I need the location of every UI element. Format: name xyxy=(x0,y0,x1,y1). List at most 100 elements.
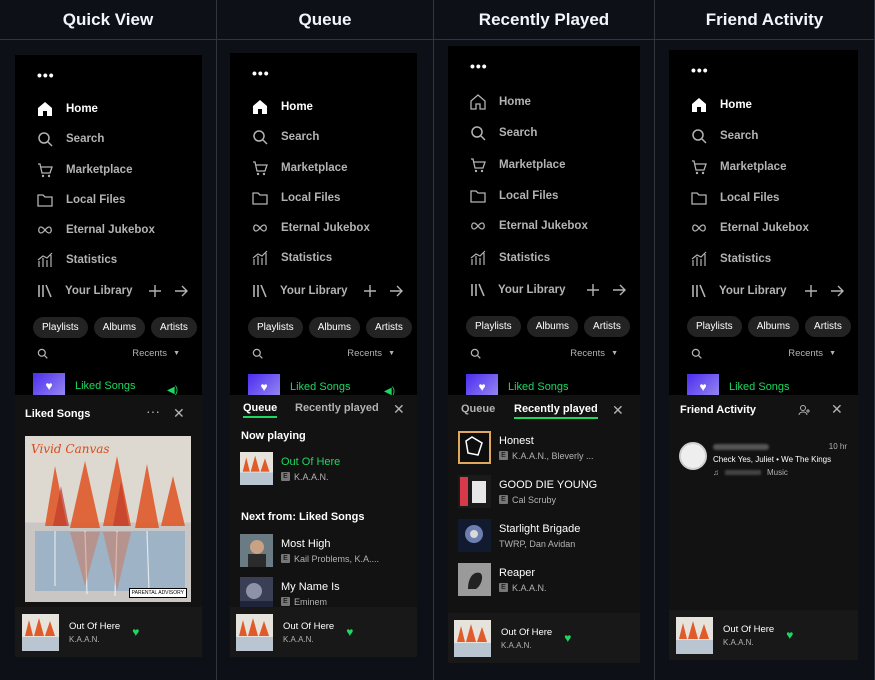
nav-statistics[interactable]: Statistics xyxy=(252,250,332,266)
search-icon[interactable] xyxy=(470,348,481,359)
now-playing-bar[interactable]: Out Of Here K.A.A.N. ♥ xyxy=(15,607,202,657)
now-playing-title[interactable]: Out Of Here xyxy=(283,621,334,632)
search-icon[interactable] xyxy=(37,348,48,359)
your-library-row[interactable]: Your Library xyxy=(37,283,188,299)
close-icon[interactable]: ✕ xyxy=(612,402,624,419)
arrow-right-icon[interactable] xyxy=(389,284,403,298)
tab-queue[interactable]: Queue xyxy=(243,402,278,418)
library-sort-row: Recents ▼ xyxy=(37,348,180,359)
more-options-icon[interactable]: ··· xyxy=(146,403,160,419)
recent-track[interactable]: Honest E K.A.A.N., Bleverly ... xyxy=(458,431,594,464)
your-library-row[interactable]: Your Library xyxy=(252,283,403,299)
nav-marketplace[interactable]: Marketplace xyxy=(252,160,347,176)
chip-artists[interactable]: Artists xyxy=(805,316,851,337)
plus-icon[interactable] xyxy=(148,284,162,298)
sort-recents[interactable]: Recents xyxy=(570,348,605,359)
arrow-right-icon[interactable] xyxy=(174,284,188,298)
now-playing-artist[interactable]: K.A.A.N. xyxy=(69,635,120,644)
recent-track[interactable]: Reaper E K.A.A.N. xyxy=(458,563,547,596)
tab-recently-played[interactable]: Recently played xyxy=(514,403,598,419)
nav-statistics[interactable]: Statistics xyxy=(691,251,771,267)
nav-statistics[interactable]: Statistics xyxy=(37,252,117,268)
explicit-icon: E xyxy=(281,472,290,481)
arrow-right-icon[interactable] xyxy=(830,284,844,298)
close-icon[interactable]: ✕ xyxy=(173,405,185,422)
heart-icon[interactable]: ♥ xyxy=(786,628,793,642)
now-playing-bar[interactable]: Out Of Here K.A.A.N. ♥ xyxy=(230,607,417,657)
now-playing-artist[interactable]: K.A.A.N. xyxy=(283,635,334,644)
menu-dots-icon[interactable]: ••• xyxy=(37,67,55,83)
your-library-row[interactable]: Your Library xyxy=(691,283,844,299)
now-playing-title[interactable]: Out Of Here xyxy=(501,627,552,638)
library-sort-row: Recents ▼ xyxy=(691,348,836,359)
heart-icon[interactable]: ♥ xyxy=(564,631,571,645)
sort-recents[interactable]: Recents xyxy=(788,348,823,359)
friend-activity-item[interactable]: 10 hr Check Yes, Juliet • We The Kings ♫… xyxy=(679,442,847,477)
chip-playlists[interactable]: Playlists xyxy=(248,317,303,338)
menu-dots-icon[interactable]: ••• xyxy=(691,62,709,78)
chip-albums[interactable]: Albums xyxy=(93,317,146,338)
plus-icon[interactable] xyxy=(363,284,377,298)
nav-home[interactable]: Home xyxy=(470,94,531,110)
chip-albums[interactable]: Albums xyxy=(308,317,361,338)
chip-artists[interactable]: Artists xyxy=(366,317,412,338)
activity-track[interactable]: Check Yes, Juliet • We The Kings xyxy=(713,455,847,464)
nav-local-files[interactable]: Local Files xyxy=(252,190,340,206)
nav-eternal-jukebox[interactable]: Eternal Jukebox xyxy=(37,222,155,238)
nav-marketplace[interactable]: Marketplace xyxy=(470,157,565,173)
nav-marketplace[interactable]: Marketplace xyxy=(37,162,132,178)
sidebar: ••• Home Search Marketplace Local Files … xyxy=(230,53,417,398)
queue-track[interactable]: Most High E Kail Problems, K.A.... xyxy=(240,534,379,567)
now-playing-bar[interactable]: Out Of Here K.A.A.N. ♥ xyxy=(669,610,858,660)
activity-context[interactable]: Music xyxy=(767,468,788,477)
chip-artists[interactable]: Artists xyxy=(151,317,197,338)
now-playing-artist[interactable]: K.A.A.N. xyxy=(501,641,552,650)
chip-playlists[interactable]: Playlists xyxy=(687,316,742,337)
menu-dots-icon[interactable]: ••• xyxy=(470,58,488,74)
nav-home[interactable]: Home xyxy=(691,97,752,113)
now-playing-artist[interactable]: K.A.A.N. xyxy=(723,638,774,647)
queue-now-playing-track[interactable]: Out Of Here E K.A.A.N. xyxy=(240,452,340,485)
nav-local-files[interactable]: Local Files xyxy=(37,192,125,208)
close-icon[interactable]: ✕ xyxy=(831,401,843,418)
now-playing-title[interactable]: Out Of Here xyxy=(723,624,774,635)
menu-dots-icon[interactable]: ••• xyxy=(252,65,270,81)
nav-search[interactable]: Search xyxy=(37,131,104,147)
chip-playlists[interactable]: Playlists xyxy=(466,316,521,337)
arrow-right-icon[interactable] xyxy=(612,283,626,297)
nav-local-files[interactable]: Local Files xyxy=(691,190,779,206)
chip-artists[interactable]: Artists xyxy=(584,316,630,337)
add-friend-icon[interactable] xyxy=(798,404,810,416)
queue-track[interactable]: My Name Is E Eminem xyxy=(240,577,340,610)
chip-playlists[interactable]: Playlists xyxy=(33,317,88,338)
nav-eternal-jukebox[interactable]: Eternal Jukebox xyxy=(470,218,588,234)
now-playing-bar[interactable]: Out Of Here K.A.A.N. ♥ xyxy=(448,613,640,663)
your-library-row[interactable]: Your Library xyxy=(470,282,626,298)
recent-track[interactable]: GOOD DIE YOUNG E Cal Scruby xyxy=(458,475,597,508)
nav-search[interactable]: Search xyxy=(470,125,537,141)
recent-track[interactable]: Starlight Brigade TWRP, Dan Avidan xyxy=(458,519,580,552)
chip-albums[interactable]: Albums xyxy=(747,316,800,337)
close-icon[interactable]: ✕ xyxy=(393,401,405,418)
search-icon[interactable] xyxy=(691,348,702,359)
sort-recents[interactable]: Recents xyxy=(347,348,382,359)
nav-local-files[interactable]: Local Files xyxy=(470,188,558,204)
plus-icon[interactable] xyxy=(586,283,600,297)
nav-marketplace[interactable]: Marketplace xyxy=(691,159,786,175)
chip-albums[interactable]: Albums xyxy=(526,316,579,337)
nav-eternal-jukebox[interactable]: Eternal Jukebox xyxy=(691,220,809,236)
tab-recently-played[interactable]: Recently played xyxy=(295,402,379,414)
nav-search[interactable]: Search xyxy=(691,128,758,144)
nav-home[interactable]: Home xyxy=(252,99,313,115)
nav-home[interactable]: Home xyxy=(37,101,98,117)
sort-recents[interactable]: Recents xyxy=(132,348,167,359)
nav-eternal-jukebox[interactable]: Eternal Jukebox xyxy=(252,220,370,236)
heart-icon[interactable]: ♥ xyxy=(132,625,139,639)
search-icon[interactable] xyxy=(252,348,263,359)
nav-statistics[interactable]: Statistics xyxy=(470,250,550,266)
nav-search[interactable]: Search xyxy=(252,129,319,145)
plus-icon[interactable] xyxy=(804,284,818,298)
now-playing-title[interactable]: Out Of Here xyxy=(69,621,120,632)
heart-icon[interactable]: ♥ xyxy=(346,625,353,639)
tab-queue[interactable]: Queue xyxy=(461,403,495,415)
